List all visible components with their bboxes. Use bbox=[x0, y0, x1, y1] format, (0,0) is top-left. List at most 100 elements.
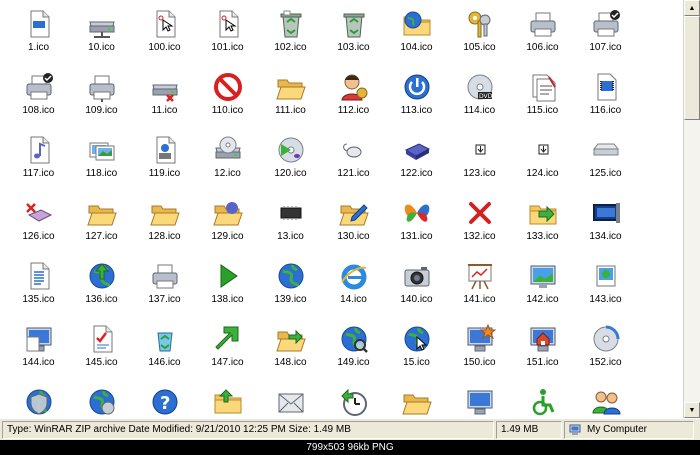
file-item[interactable]: 149.ico bbox=[322, 317, 385, 380]
file-item[interactable] bbox=[322, 380, 385, 418]
file-item[interactable]: 124.ico bbox=[511, 128, 574, 191]
file-item[interactable]: 104.ico bbox=[385, 2, 448, 65]
file-item[interactable]: 116.ico bbox=[574, 65, 637, 128]
home-icon bbox=[527, 323, 559, 355]
file-item[interactable]: 117.ico bbox=[7, 128, 70, 191]
globe-icon bbox=[275, 260, 307, 292]
video-file-icon bbox=[149, 134, 181, 166]
file-item[interactable]: ? bbox=[133, 380, 196, 418]
file-item[interactable]: 100.ico bbox=[133, 2, 196, 65]
file-item[interactable]: 148.ico bbox=[259, 317, 322, 380]
file-item[interactable]: 135.ico bbox=[7, 254, 70, 317]
file-item[interactable]: 137.ico bbox=[133, 254, 196, 317]
file-item[interactable]: 103.ico bbox=[322, 2, 385, 65]
file-item[interactable]: 139.ico bbox=[259, 254, 322, 317]
file-item[interactable]: 101.ico bbox=[196, 2, 259, 65]
file-item[interactable]: 132.ico bbox=[448, 191, 511, 254]
file-item[interactable]: 111.ico bbox=[259, 65, 322, 128]
file-item[interactable]: 129.ico bbox=[196, 191, 259, 254]
music-folder-icon bbox=[212, 197, 244, 229]
file-name-label: 13.ico bbox=[277, 231, 304, 242]
scroll-down-button[interactable]: ▼ bbox=[684, 402, 700, 418]
file-item[interactable] bbox=[385, 380, 448, 418]
file-item[interactable]: 120.ico bbox=[259, 128, 322, 191]
projector-icon bbox=[464, 260, 496, 292]
file-item[interactable]: 142.ico bbox=[511, 254, 574, 317]
file-item[interactable]: 123.ico bbox=[448, 128, 511, 191]
file-name-label: 114.ico bbox=[463, 105, 496, 116]
printer-icon bbox=[527, 8, 559, 40]
file-item[interactable]: 144.ico bbox=[7, 317, 70, 380]
file-item[interactable]: 14.ico bbox=[322, 254, 385, 317]
file-item[interactable]: 108.ico bbox=[7, 65, 70, 128]
file-name-label: 11.ico bbox=[151, 105, 178, 116]
file-item[interactable]: 147.ico bbox=[196, 317, 259, 380]
file-item[interactable]: 119.ico bbox=[133, 128, 196, 191]
file-item[interactable]: 145.ico bbox=[70, 317, 133, 380]
file-item[interactable]: 127.ico bbox=[70, 191, 133, 254]
file-item[interactable]: 109.ico bbox=[70, 65, 133, 128]
edit-folder-icon bbox=[338, 197, 370, 229]
file-item[interactable]: 115.ico bbox=[511, 65, 574, 128]
file-item[interactable]: 134.ico bbox=[574, 191, 637, 254]
file-item[interactable]: 151.ico bbox=[511, 317, 574, 380]
file-item[interactable] bbox=[448, 380, 511, 418]
file-item[interactable]: 122.ico bbox=[385, 128, 448, 191]
file-item[interactable]: 10.ico bbox=[70, 2, 133, 65]
file-item[interactable]: 143.ico bbox=[574, 254, 637, 317]
scroll-thumb[interactable] bbox=[684, 16, 700, 120]
file-item[interactable]: 1.ico bbox=[7, 2, 70, 65]
security-icon bbox=[23, 386, 55, 418]
file-item[interactable] bbox=[259, 380, 322, 418]
file-item[interactable] bbox=[70, 380, 133, 418]
file-item[interactable]: 136.ico bbox=[70, 254, 133, 317]
file-item[interactable]: 102.ico bbox=[259, 2, 322, 65]
file-item[interactable]: 105.ico bbox=[448, 2, 511, 65]
file-item[interactable]: 107.ico bbox=[574, 2, 637, 65]
file-item[interactable]: 141.ico bbox=[448, 254, 511, 317]
file-item[interactable] bbox=[511, 380, 574, 418]
file-item[interactable]: 110.ico bbox=[196, 65, 259, 128]
file-name-label: 148.ico bbox=[274, 357, 307, 368]
file-item[interactable] bbox=[7, 380, 70, 418]
file-name-label: 12.ico bbox=[214, 168, 241, 179]
file-name-label: 136.ico bbox=[85, 294, 118, 305]
file-item[interactable]: 126.ico bbox=[7, 191, 70, 254]
checklist-icon bbox=[86, 323, 118, 355]
delete-drive-icon bbox=[23, 197, 55, 229]
file-item[interactable]: DVD 114.ico bbox=[448, 65, 511, 128]
status-type-pane: Type: WinRAR ZIP archive Date Modified: … bbox=[2, 420, 494, 439]
file-item[interactable]: 113.ico bbox=[385, 65, 448, 128]
file-item[interactable]: 12.ico bbox=[196, 128, 259, 191]
file-item[interactable]: 13.ico bbox=[259, 191, 322, 254]
file-item[interactable]: 146.ico bbox=[133, 317, 196, 380]
file-item[interactable]: 131.ico bbox=[385, 191, 448, 254]
file-item[interactable]: 128.ico bbox=[133, 191, 196, 254]
file-item[interactable]: 130.ico bbox=[322, 191, 385, 254]
scroll-up-button[interactable]: ▲ bbox=[684, 0, 700, 16]
file-item[interactable]: 133.ico bbox=[511, 191, 574, 254]
file-item[interactable]: 140.ico bbox=[385, 254, 448, 317]
file-item[interactable]: 125.ico bbox=[574, 128, 637, 191]
media-file-icon bbox=[590, 71, 622, 103]
network-printer-icon bbox=[86, 71, 118, 103]
file-item[interactable]: 138.ico bbox=[196, 254, 259, 317]
file-item[interactable]: 106.ico bbox=[511, 2, 574, 65]
icon-view[interactable]: 1.ico 10.ico 100.ico 101.ico 102.ico 103.ico 1… bbox=[0, 0, 683, 418]
file-item[interactable]: 152.ico bbox=[574, 317, 637, 380]
file-name-label: 138.ico bbox=[211, 294, 244, 305]
file-name-label: 125.ico bbox=[589, 168, 622, 179]
file-item[interactable] bbox=[196, 380, 259, 418]
svg-text:DVD: DVD bbox=[479, 93, 493, 100]
file-item[interactable]: 150.ico bbox=[448, 317, 511, 380]
file-item[interactable]: 118.ico bbox=[70, 128, 133, 191]
vertical-scrollbar[interactable]: ▲ ▼ bbox=[683, 0, 700, 418]
file-name-label: 123.ico bbox=[463, 168, 496, 179]
file-item[interactable]: 11.ico bbox=[133, 65, 196, 128]
accessibility-icon bbox=[527, 386, 559, 418]
file-item[interactable] bbox=[574, 380, 637, 418]
file-item[interactable]: 121.ico bbox=[322, 128, 385, 191]
file-item[interactable]: 112.ico bbox=[322, 65, 385, 128]
file-item[interactable]: 15.ico bbox=[385, 317, 448, 380]
file-name-label: 15.ico bbox=[403, 357, 430, 368]
